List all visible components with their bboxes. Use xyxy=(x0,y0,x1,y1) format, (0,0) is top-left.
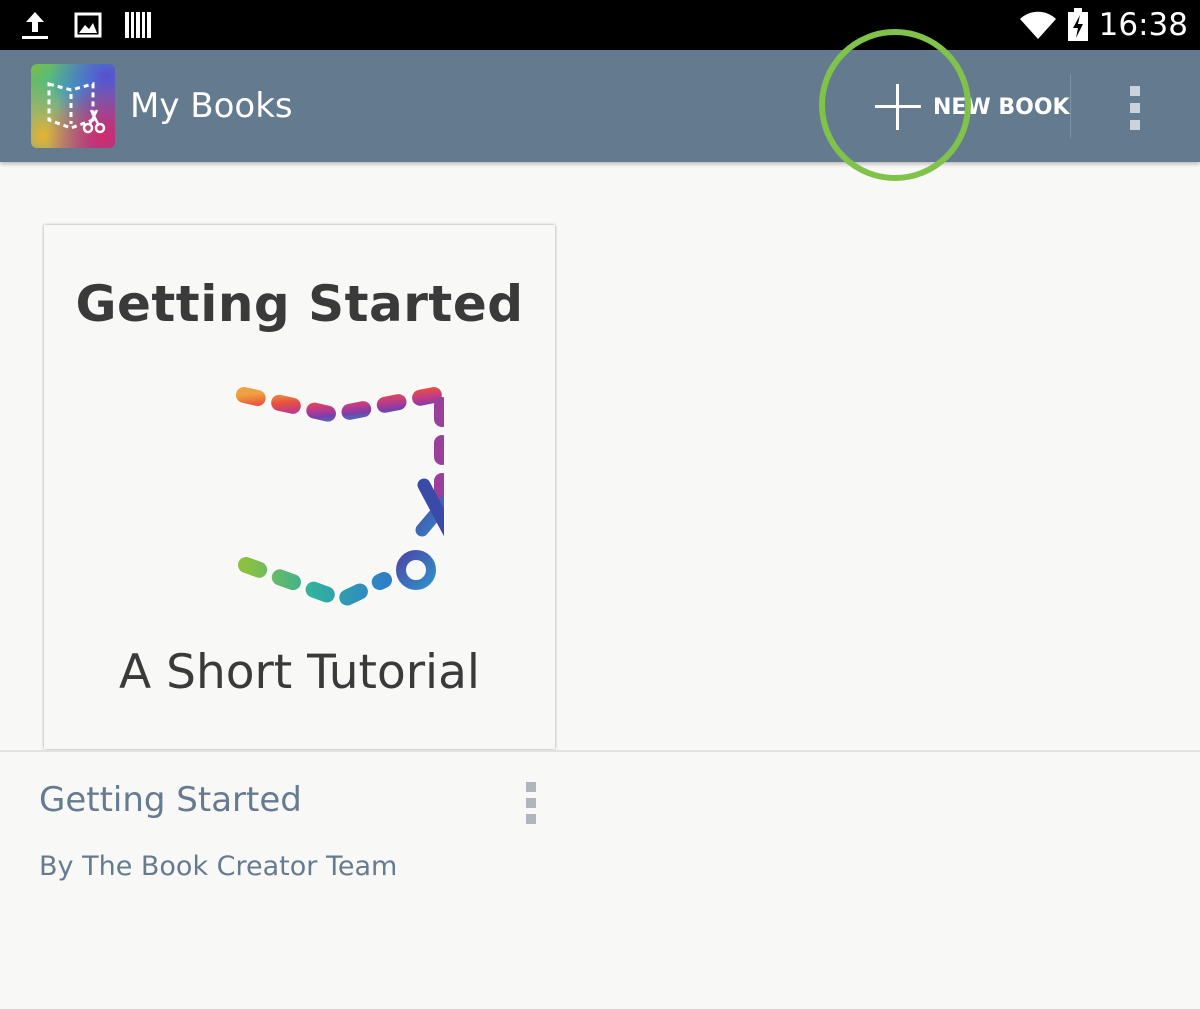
battery-charging-icon xyxy=(1067,8,1088,41)
cover-subtitle: A Short Tutorial xyxy=(119,645,480,700)
more-dot-icon xyxy=(526,814,536,824)
wifi-icon xyxy=(1019,11,1056,39)
divider xyxy=(1070,74,1071,138)
more-dot-icon xyxy=(1130,120,1140,130)
image-icon xyxy=(74,12,102,38)
more-dot-icon xyxy=(526,798,536,808)
notification-icons xyxy=(18,8,152,42)
page-title: My Books xyxy=(130,86,293,126)
more-dot-icon xyxy=(1130,103,1140,113)
new-book-label: NEW BOOK xyxy=(933,94,1070,120)
clock: 16:38 xyxy=(1098,7,1188,43)
shelf-divider xyxy=(0,750,1200,752)
book-title[interactable]: Getting Started xyxy=(39,780,302,820)
more-dot-icon xyxy=(1130,86,1140,96)
status-bar: 16:38 xyxy=(0,0,1200,50)
app-bar: My Books NEW BOOK xyxy=(0,50,1200,162)
more-dot-icon xyxy=(526,782,536,792)
new-book-button[interactable]: NEW BOOK xyxy=(873,80,1070,134)
book-creator-logo-icon xyxy=(236,387,444,609)
cover-title: Getting Started xyxy=(75,275,524,333)
upload-icon xyxy=(22,12,48,39)
book-options-button[interactable] xyxy=(514,780,548,826)
overflow-menu-button[interactable] xyxy=(1118,80,1154,136)
barcode-icon xyxy=(125,12,151,38)
book-author: By The Book Creator Team xyxy=(39,851,398,882)
book-creator-logo-icon[interactable] xyxy=(31,64,115,148)
book-cover[interactable]: Getting Started A Short Tutorial xyxy=(44,225,555,749)
plus-icon xyxy=(875,84,921,130)
